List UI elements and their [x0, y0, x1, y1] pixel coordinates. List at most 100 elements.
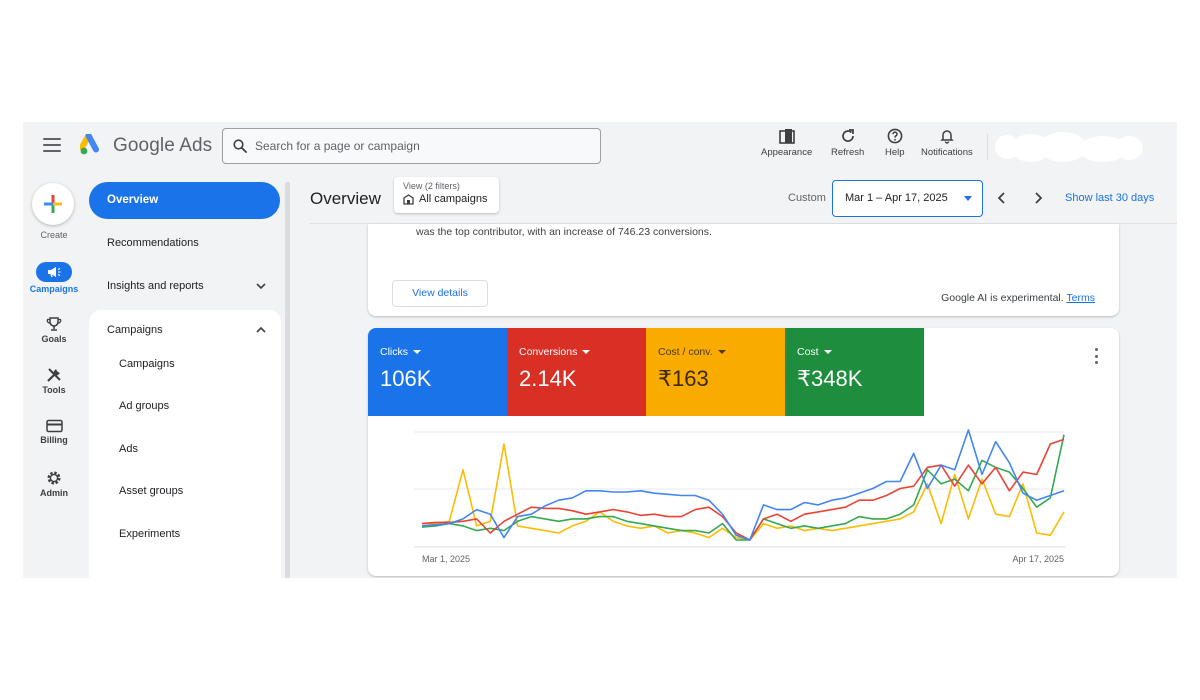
custom-label: Custom	[788, 192, 826, 204]
appearance-icon	[778, 129, 795, 144]
nav-campaigns-group-label: Campaigns	[107, 324, 163, 336]
rail-billing-label: Billing	[40, 435, 68, 445]
nav-item-campaigns-group[interactable]: Campaigns	[89, 316, 281, 344]
notifications-button[interactable]: Notifications	[921, 128, 973, 166]
caret-down-icon	[823, 350, 832, 354]
rail-tools-label: Tools	[42, 385, 66, 395]
rail-item-tools[interactable]: Tools	[23, 367, 85, 395]
metric-cost[interactable]: Cost ₹348K	[785, 328, 924, 416]
show-last-30-days-link[interactable]: Show last 30 days	[1065, 192, 1154, 204]
help-button[interactable]: Help	[885, 128, 905, 166]
performance-chart-card: Clicks 106K Conversions 2.14K Cost / con…	[368, 328, 1119, 576]
search-icon	[233, 139, 247, 153]
metric-clicks-name: Clicks	[380, 346, 408, 358]
caret-down-icon	[717, 350, 726, 354]
create-button[interactable]	[32, 183, 74, 225]
notifications-label: Notifications	[921, 147, 973, 158]
metric-conversions-value: 2.14K	[519, 366, 577, 391]
help-label: Help	[885, 147, 905, 158]
rail-item-campaigns[interactable]: Campaigns	[23, 262, 85, 294]
x-axis-end-label: Apr 17, 2025	[1012, 554, 1064, 564]
terms-link[interactable]: Terms	[1066, 292, 1095, 304]
series-line-cost-conv	[422, 443, 1065, 541]
next-period-button[interactable]	[1030, 190, 1046, 206]
metric-cost-name: Cost	[797, 346, 819, 358]
nav-sub-ad-groups[interactable]: Ad groups	[119, 400, 169, 412]
caret-down-icon	[582, 350, 591, 354]
rail-admin-label: Admin	[40, 488, 68, 498]
metric-cost-per-conv-value: ₹163	[658, 366, 709, 391]
rail-item-admin[interactable]: Admin	[23, 470, 85, 498]
refresh-label: Refresh	[831, 147, 865, 158]
building-icon	[403, 193, 414, 205]
view-details-button[interactable]: View details	[392, 280, 488, 307]
nav-item-insights[interactable]: Insights and reports	[89, 272, 281, 300]
chevron-down-icon	[256, 283, 266, 290]
account-area[interactable]	[995, 132, 1165, 162]
appearance-button[interactable]: Appearance	[761, 128, 812, 166]
view-filter-button[interactable]: View (2 filters) All campaigns	[394, 177, 499, 213]
campaigns-panel: Campaigns Campaigns Ad groups Ads Asset …	[89, 310, 281, 578]
page-title: Overview	[310, 189, 381, 208]
appearance-label: Appearance	[761, 147, 813, 158]
metric-cost-per-conv-name: Cost / conv.	[658, 346, 713, 358]
trophy-icon	[46, 317, 62, 331]
chevron-up-icon	[256, 326, 266, 333]
view-filter-caption: View (2 filters)	[403, 181, 460, 191]
metric-cost-value: ₹348K	[797, 366, 863, 391]
series-line-cost	[421, 434, 1065, 541]
metric-clicks-value: 106K	[380, 366, 432, 391]
view-filter-value: All campaigns	[419, 193, 488, 205]
ai-note-text: Google AI is experimental.	[941, 292, 1064, 304]
card-icon	[45, 419, 63, 433]
caret-down-icon	[413, 350, 421, 354]
search-box[interactable]	[222, 128, 601, 164]
left-rail: Create Campaigns Goals Tools Billing Adm…	[23, 172, 85, 578]
performance-line-chart: Mar 1, 2025 Apr 17, 2025	[414, 429, 1065, 564]
side-nav: Overview Recommendations Insights and re…	[89, 182, 281, 578]
nav-scrollbar[interactable]	[285, 182, 290, 578]
nav-sub-asset-groups[interactable]: Asset groups	[119, 485, 183, 497]
ai-insight-text: was the top contributor, with an increas…	[416, 226, 712, 238]
search-input[interactable]	[255, 139, 575, 153]
rail-item-billing[interactable]: Billing	[23, 419, 85, 445]
date-range-value: Mar 1 – Apr 17, 2025	[845, 192, 948, 204]
menu-icon[interactable]	[43, 138, 61, 152]
plus-icon	[44, 195, 62, 213]
x-axis-start-label: Mar 1, 2025	[422, 554, 470, 564]
google-ads-logo	[80, 134, 99, 155]
nav-insights-label: Insights and reports	[107, 280, 204, 292]
date-range-picker[interactable]: Mar 1 – Apr 17, 2025	[832, 180, 983, 217]
rail-item-goals[interactable]: Goals	[23, 316, 85, 344]
gear-icon	[47, 471, 61, 485]
ai-note: Google AI is experimental. Terms	[941, 292, 1095, 304]
metric-clicks[interactable]: Clicks 106K	[368, 328, 507, 416]
nav-sub-ads[interactable]: Ads	[119, 443, 138, 455]
app-window: Google Ads Appearance Refresh	[23, 122, 1177, 578]
more-options-icon[interactable]	[1093, 348, 1099, 364]
metric-cost-per-conv[interactable]: Cost / conv. ₹163	[646, 328, 785, 416]
nav-item-overview[interactable]: Overview	[89, 182, 280, 219]
nav-sub-experiments[interactable]: Experiments	[119, 528, 180, 540]
rail-campaigns-label: Campaigns	[29, 284, 79, 294]
series-line-clicks	[421, 429, 1065, 541]
create-label-wrap: Create	[23, 228, 85, 240]
ai-insight-card: was the top contributor, with an increas…	[368, 224, 1119, 316]
rail-goals-label: Goals	[41, 334, 67, 344]
refresh-button[interactable]: Refresh	[831, 128, 864, 166]
help-icon	[887, 128, 903, 144]
bell-icon	[940, 130, 954, 144]
previous-period-button[interactable]	[994, 190, 1010, 206]
product-name: Google Ads	[113, 135, 213, 156]
create-label: Create	[40, 230, 68, 240]
nav-item-recommendations[interactable]: Recommendations	[89, 229, 281, 257]
dropdown-caret-icon	[964, 196, 972, 201]
metric-conversions[interactable]: Conversions 2.14K	[507, 328, 646, 416]
top-bar: Google Ads Appearance Refresh	[23, 122, 1177, 172]
refresh-icon	[841, 129, 854, 142]
tools-icon	[47, 368, 61, 382]
toolbar-divider	[987, 134, 988, 160]
nav-sub-campaigns[interactable]: Campaigns	[119, 358, 175, 370]
metric-conversions-name: Conversions	[519, 346, 578, 358]
megaphone-icon	[48, 267, 61, 278]
